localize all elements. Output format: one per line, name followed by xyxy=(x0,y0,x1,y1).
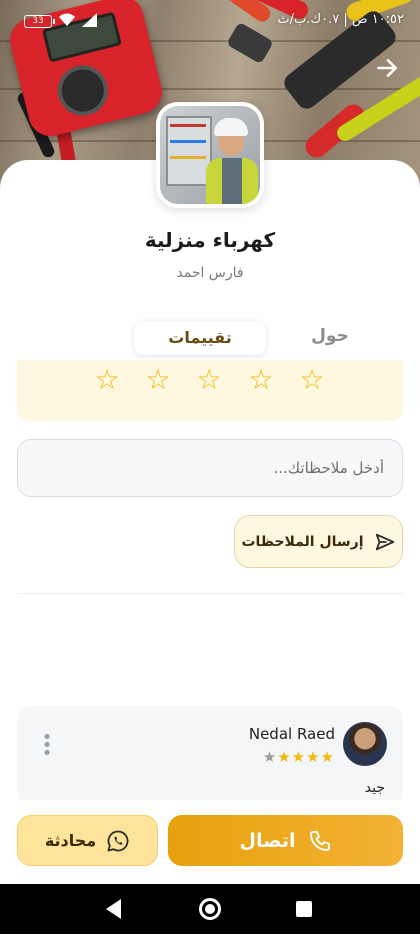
chat-button[interactable]: محادثة xyxy=(17,815,158,866)
battery-level: 33 xyxy=(32,16,44,26)
electrician-photo xyxy=(160,106,260,204)
review-star-3: ★ xyxy=(291,748,307,766)
send-feedback-label: إرسال الملاحظات xyxy=(241,533,364,550)
review-star-5: ★ xyxy=(262,748,278,766)
review-more-icon[interactable]: • • • xyxy=(37,729,57,763)
nav-recents-icon[interactable] xyxy=(296,901,312,917)
tab-about[interactable]: حول xyxy=(290,326,370,346)
wifi-icon xyxy=(59,13,75,26)
phone-icon xyxy=(309,830,330,851)
back-arrow-icon[interactable] xyxy=(374,55,400,81)
action-bar: اتصال محادثة xyxy=(0,800,420,884)
rating-star-5[interactable]: ☆ xyxy=(298,366,326,394)
review-rating: ★★★★★ xyxy=(263,748,335,766)
review-text: جيد xyxy=(364,780,385,796)
status-time: ١٠:٥٢ ص | ٠.٧ك.ب/ث xyxy=(277,12,404,27)
review-star-2: ★ xyxy=(306,748,321,766)
status-bar: 33 ١٠:٥٢ ص | ٠.٧ك.ب/ث xyxy=(0,0,420,40)
rating-star-2[interactable]: ☆ xyxy=(144,366,172,394)
review-star-4: ★ xyxy=(277,748,292,766)
section-divider xyxy=(17,593,403,594)
rating-star-3[interactable]: ☆ xyxy=(195,366,223,394)
review-card: Nedal Raed ★★★★★ • • • جيد xyxy=(17,706,403,806)
tab-reviews[interactable]: تقييمات xyxy=(134,321,266,355)
nav-home-icon[interactable] xyxy=(199,898,221,920)
service-title: كهرباء منزلية xyxy=(144,228,276,252)
reviewer-avatar xyxy=(343,722,387,766)
rating-star-4[interactable]: ☆ xyxy=(247,366,275,394)
service-image xyxy=(156,102,264,208)
feedback-input[interactable] xyxy=(17,439,403,497)
rating-input: ☆ ☆ ☆ ☆ ☆ xyxy=(17,360,403,421)
chat-button-label: محادثة xyxy=(44,831,97,850)
reviewer-name: Nedal Raed xyxy=(248,725,335,743)
review-star-1: ★ xyxy=(320,748,335,766)
system-nav-bar xyxy=(0,884,420,934)
call-button-label: اتصال xyxy=(239,829,296,852)
battery-icon: 33 xyxy=(24,15,55,28)
send-icon xyxy=(375,533,394,550)
rating-star-1[interactable]: ☆ xyxy=(93,366,121,394)
call-button[interactable]: اتصال xyxy=(168,815,403,866)
provider-name: فارس احمد xyxy=(176,265,244,281)
whatsapp-icon xyxy=(107,830,129,851)
nav-back-icon[interactable] xyxy=(106,899,121,919)
send-feedback-button[interactable]: إرسال الملاحظات xyxy=(234,515,403,568)
signal-icon xyxy=(82,13,97,27)
